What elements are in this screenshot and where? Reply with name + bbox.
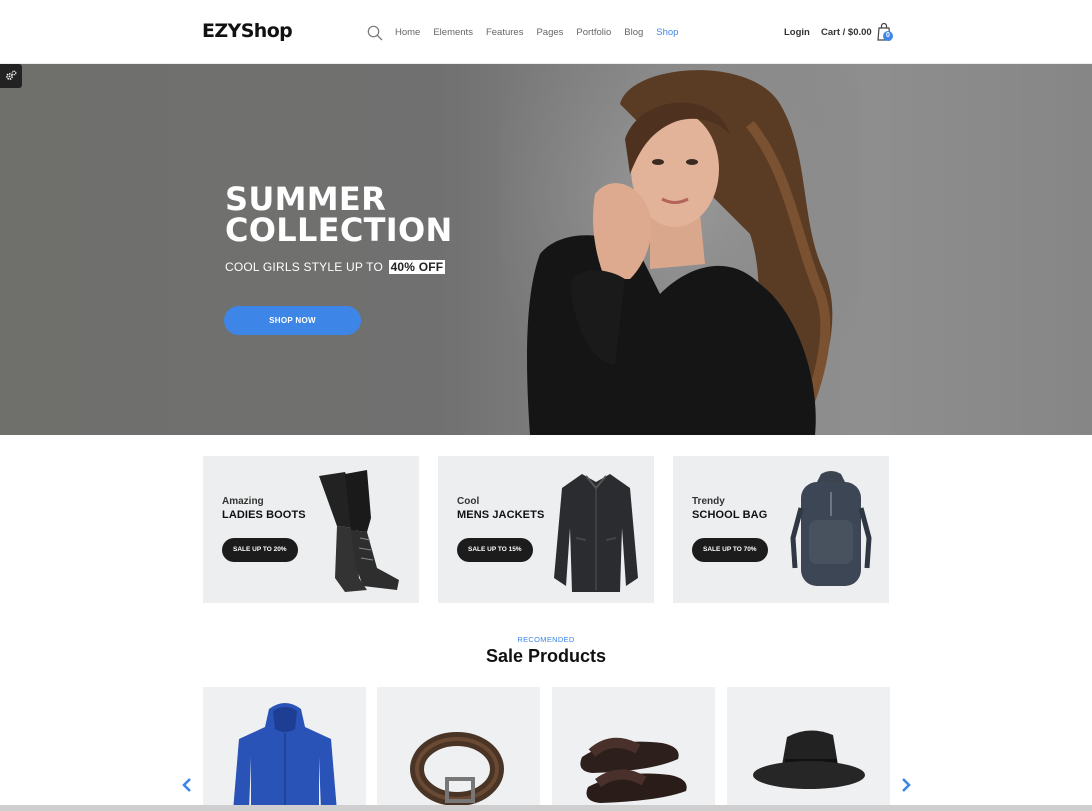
hero-title-line2: COLLECTION bbox=[225, 211, 453, 249]
nav-pages[interactable]: Pages bbox=[536, 27, 563, 38]
banner-kicker: Amazing bbox=[222, 496, 264, 507]
hero-model-image bbox=[500, 64, 860, 435]
jacket-icon bbox=[554, 474, 638, 592]
nav-home[interactable]: Home bbox=[395, 27, 420, 38]
product-card[interactable] bbox=[377, 687, 540, 811]
search-icon[interactable] bbox=[367, 25, 383, 41]
site-logo[interactable]: EZYShop bbox=[202, 20, 293, 42]
banner-title: MENS JACKETS bbox=[457, 509, 545, 521]
nav-features[interactable]: Features bbox=[486, 27, 524, 38]
sandals-icon bbox=[580, 738, 687, 803]
banner-school-bag[interactable]: Trendy SCHOOL BAG SALE UP TO 70% bbox=[673, 456, 889, 603]
hero-discount-highlight: 40% OFF bbox=[388, 260, 446, 274]
product-card[interactable] bbox=[203, 687, 366, 811]
banner-ladies-boots[interactable]: Amazing LADIES BOOTS SALE UP TO 20% bbox=[203, 456, 419, 603]
hero-subtitle: COOL GIRLS STYLE UP TO 40% OFF bbox=[225, 260, 446, 274]
carousel-next-arrow[interactable] bbox=[899, 777, 913, 793]
backpack-icon bbox=[790, 471, 872, 586]
boots-icon bbox=[319, 470, 399, 592]
main-nav: Home Elements Features Pages Portfolio B… bbox=[395, 27, 691, 38]
settings-toggle[interactable] bbox=[0, 64, 22, 88]
cart-count-badge: 0 bbox=[883, 31, 893, 41]
bottom-scroll-edge bbox=[0, 805, 1092, 811]
nav-portfolio[interactable]: Portfolio bbox=[576, 27, 611, 38]
belt-icon bbox=[410, 732, 504, 806]
sale-pill-button[interactable]: SALE UP TO 15% bbox=[457, 538, 533, 562]
cart-link[interactable]: Cart / $0.00 bbox=[821, 27, 872, 38]
sale-pill-button[interactable]: SALE UP TO 70% bbox=[692, 538, 768, 562]
banner-kicker: Trendy bbox=[692, 496, 725, 507]
login-link[interactable]: Login bbox=[784, 27, 810, 38]
banner-kicker: Cool bbox=[457, 496, 480, 507]
hero-subtitle-text: COOL GIRLS STYLE UP TO bbox=[225, 260, 384, 274]
banner-title: LADIES BOOTS bbox=[222, 509, 306, 521]
hero-title: SUMMER COLLECTION bbox=[225, 183, 453, 249]
banner-mens-jackets[interactable]: Cool MENS JACKETS SALE UP TO 15% bbox=[438, 456, 654, 603]
hoodie-icon bbox=[233, 703, 337, 811]
nav-shop[interactable]: Shop bbox=[656, 27, 678, 38]
hat-icon bbox=[753, 730, 865, 789]
product-card[interactable] bbox=[552, 687, 715, 811]
top-navigation-bar: EZYShop Home Elements Features Pages Por… bbox=[0, 0, 1092, 64]
section-kicker: RECOMENDED bbox=[517, 635, 575, 644]
product-card[interactable] bbox=[727, 687, 890, 811]
section-title: Sale Products bbox=[485, 646, 607, 666]
carousel-prev-arrow[interactable] bbox=[180, 777, 194, 793]
hero-banner: SUMMER COLLECTION COOL GIRLS STYLE UP TO… bbox=[0, 64, 1092, 435]
shop-now-button[interactable]: SHOP NOW bbox=[224, 306, 361, 335]
gears-icon bbox=[6, 70, 17, 80]
banner-title: SCHOOL BAG bbox=[692, 509, 768, 521]
sale-pill-button[interactable]: SALE UP TO 20% bbox=[222, 538, 298, 562]
nav-elements[interactable]: Elements bbox=[433, 27, 473, 38]
nav-blog[interactable]: Blog bbox=[624, 27, 643, 38]
